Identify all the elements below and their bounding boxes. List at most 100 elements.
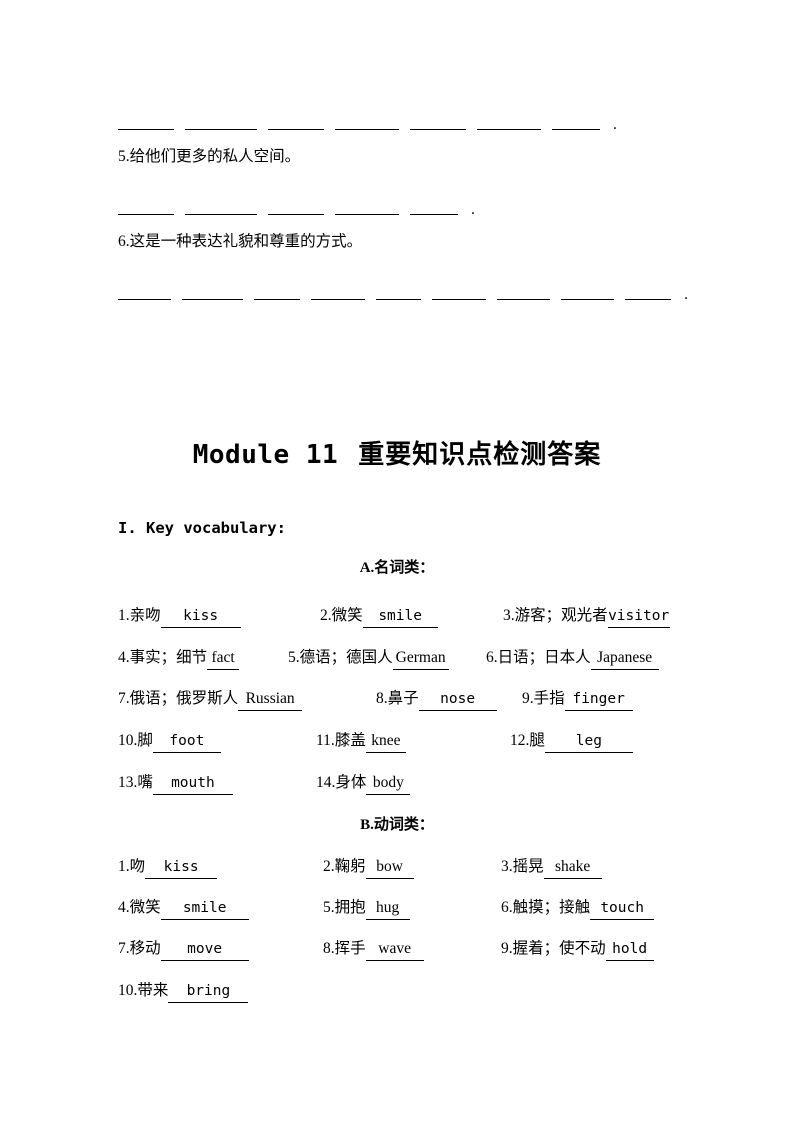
vocab-chinese: 腿	[529, 731, 545, 749]
vocab-entry: 6.日语；日本人 Japanese	[486, 646, 659, 670]
vocab-chinese: 德语；德国人	[299, 648, 393, 666]
vocab-entry: 1.亲吻 kiss	[118, 604, 241, 628]
vocab-answer[interactable]: smile	[160, 897, 249, 920]
answer-blank[interactable]	[335, 201, 399, 215]
vocab-chinese: 微笑	[331, 606, 363, 624]
vocab-answer[interactable]: hug	[365, 897, 410, 920]
vocab-entry: 13.嘴 mouth	[118, 771, 233, 795]
answer-blank[interactable]	[268, 116, 324, 130]
vocab-number: 4.	[118, 649, 130, 666]
answer-blank[interactable]	[625, 286, 672, 300]
vocab-answer[interactable]: wave	[365, 938, 424, 961]
vocab-answer[interactable]: hold	[605, 938, 654, 961]
vocab-row: 1.亲吻 kiss 2.微笑 smile 3.游客；观光者visitor	[118, 604, 698, 628]
vocab-answer[interactable]: bring	[168, 980, 249, 1003]
vocab-number: 9.	[501, 940, 513, 957]
answer-blank[interactable]	[335, 116, 399, 130]
vocab-answer[interactable]: visitor	[607, 605, 670, 628]
vocab-chinese: 触摸；接触	[512, 898, 591, 916]
vocab-answer[interactable]: knee	[365, 730, 406, 753]
answer-blank[interactable]	[182, 286, 244, 300]
prompt-number: 5.	[118, 148, 130, 165]
vocab-answer[interactable]: Japanese	[590, 647, 659, 670]
vocab-answer[interactable]: mouth	[152, 772, 233, 795]
vocab-answer[interactable]: foot	[152, 730, 221, 753]
vocab-answer[interactable]: touch	[590, 897, 655, 920]
vocab-row: 4.微笑 smile 5.拥抱 hug 6.触摸；接触 touch	[118, 896, 698, 920]
vocab-answer[interactable]: Russian	[238, 688, 303, 711]
blank-row-3: .	[118, 278, 688, 302]
vocab-number: 3.	[501, 858, 513, 875]
vocab-entry: 12.腿 leg	[510, 729, 633, 753]
vocab-row: 7.俄语；俄罗斯人 Russian 8.鼻子 nose 9.手指 finger	[118, 687, 698, 711]
translation-prompt: 6.这是一种表达礼貌和尊重的方式。	[118, 232, 680, 251]
answer-blank[interactable]	[432, 286, 486, 300]
vocab-entry: 3.摇晃 shake	[501, 855, 602, 879]
vocab-answer[interactable]: German	[392, 647, 449, 670]
vocab-chinese: 移动	[129, 939, 161, 957]
vocab-answer[interactable]: finger	[564, 688, 633, 711]
vocab-chinese: 带来	[137, 981, 169, 999]
sub-heading-letter: A.	[359, 560, 375, 576]
answer-blank[interactable]	[375, 286, 422, 300]
answer-blank[interactable]	[254, 286, 301, 300]
vocab-chinese: 事实；细节	[129, 648, 208, 666]
vocab-number: 8.	[376, 690, 388, 707]
vocab-answer[interactable]: fact	[207, 647, 240, 670]
vocab-chinese: 俄语；俄罗斯人	[129, 689, 239, 707]
answer-blank[interactable]	[410, 116, 466, 130]
vocab-entry: 7.俄语；俄罗斯人 Russian	[118, 687, 303, 711]
answer-blank[interactable]	[185, 116, 257, 130]
vocab-answer[interactable]: move	[160, 938, 249, 961]
vocab-entry: 3.游客；观光者visitor	[503, 604, 670, 628]
vocab-chinese: 日语；日本人	[497, 648, 591, 666]
vocab-answer[interactable]: kiss	[160, 605, 241, 628]
answer-blank[interactable]	[410, 201, 458, 215]
vocab-answer[interactable]: bow	[365, 856, 414, 879]
vocab-chinese: 鞠躬	[334, 857, 366, 875]
vocab-entry: 5.拥抱 hug	[323, 896, 410, 920]
answer-blank[interactable]	[552, 116, 600, 130]
vocab-chinese: 身体	[335, 773, 367, 791]
answer-blank[interactable]	[118, 116, 174, 130]
vocab-answer[interactable]: kiss	[145, 856, 218, 879]
answer-blank[interactable]	[477, 116, 541, 130]
vocab-row: 7.移动 move 8.挥手 wave 9.握着；使不动 hold	[118, 937, 698, 961]
vocab-answer[interactable]: body	[366, 772, 411, 795]
vocab-answer[interactable]: nose	[418, 688, 497, 711]
vocab-number: 2.	[323, 858, 335, 875]
vocab-row: 10.脚 foot 11.膝盖 knee 12.腿 leg	[118, 729, 698, 753]
title-latin: Module 11	[192, 440, 339, 470]
vocab-chinese: 手指	[533, 689, 565, 707]
vocab-answer[interactable]: smile	[362, 605, 438, 628]
answer-blank[interactable]	[118, 286, 172, 300]
vocab-number: 5.	[323, 899, 335, 916]
vocab-number: 10.	[118, 732, 138, 749]
vocab-entry: 4.微笑 smile	[118, 896, 249, 920]
vocab-entry: 10.脚 foot	[118, 729, 221, 753]
prompt-number: 6.	[118, 233, 130, 250]
answer-blank[interactable]	[268, 201, 324, 215]
vocab-number: 4.	[118, 899, 130, 916]
vocab-number: 9.	[522, 690, 534, 707]
answer-blank[interactable]	[118, 201, 174, 215]
vocab-number: 1.	[118, 607, 130, 624]
vocab-number: 6.	[486, 649, 498, 666]
answer-blank[interactable]	[496, 286, 550, 300]
sub-heading-nouns: A.名词类：	[0, 556, 794, 577]
vocab-answer[interactable]: leg	[544, 730, 633, 753]
vocab-entry: 10.带来 bring	[118, 979, 249, 1003]
vocab-answer[interactable]: shake	[543, 856, 602, 879]
sentence-period: .	[471, 201, 475, 218]
answer-blank[interactable]	[311, 286, 365, 300]
answer-blank[interactable]	[185, 201, 257, 215]
answer-blank[interactable]	[561, 286, 615, 300]
translation-prompt: 5.给他们更多的私人空间。	[118, 147, 680, 166]
sub-heading-label: 动词类：	[373, 815, 434, 833]
page-title: Module 11 重要知识点检测答案	[0, 434, 794, 471]
vocab-number: 14.	[316, 774, 336, 791]
vocab-number: 11.	[316, 732, 335, 749]
vocab-chinese: 挥手	[334, 939, 366, 957]
vocab-entry: 7.移动 move	[118, 937, 249, 961]
vocab-number: 8.	[323, 940, 335, 957]
